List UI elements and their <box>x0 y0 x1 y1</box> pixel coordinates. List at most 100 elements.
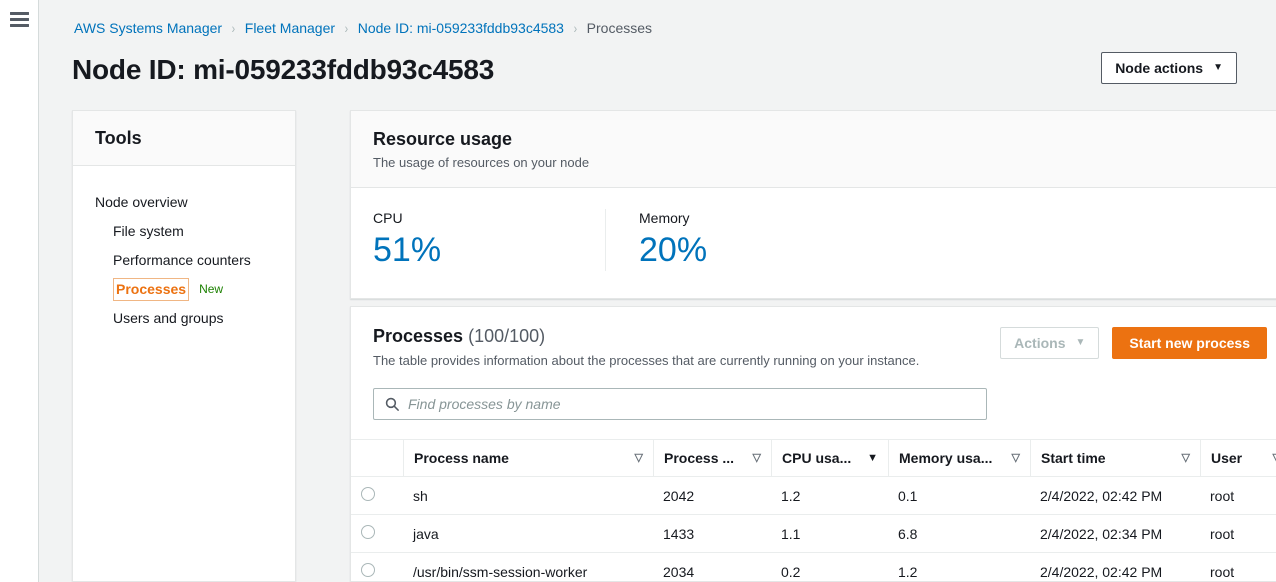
processes-toolbar: Actions ▼ Start new process <box>1000 327 1267 359</box>
tools-panel: Tools Node overview File system Performa… <box>72 110 296 582</box>
processes-table-body: sh 2042 1.2 0.1 2/4/2022, 02:42 PM root … <box>351 477 1276 582</box>
column-label: CPU usa... <box>782 450 851 466</box>
cell-process-name: java <box>403 515 653 553</box>
processes-heading-block: Processes (100/100) The table provides i… <box>373 325 919 370</box>
cell-memory-usage: 1.2 <box>888 553 1030 582</box>
cell-user: root <box>1200 477 1276 515</box>
breadcrumb-separator-icon: › <box>574 19 578 37</box>
sidebar-item-file-system[interactable]: File system <box>73 217 295 246</box>
search-input[interactable] <box>408 396 975 412</box>
breadcrumb: AWS Systems Manager › Fleet Manager › No… <box>74 19 652 37</box>
row-radio-button[interactable] <box>361 487 375 501</box>
sidebar-item-label: Processes <box>113 278 189 301</box>
sidebar-item-processes[interactable]: Processes New <box>73 275 295 304</box>
column-header-user[interactable]: User ▽ <box>1200 440 1276 477</box>
search-box[interactable] <box>373 388 987 420</box>
cell-memory-usage: 6.8 <box>888 515 1030 553</box>
column-label: User <box>1211 450 1242 466</box>
breadcrumb-item-fleet-manager[interactable]: Fleet Manager <box>245 19 335 37</box>
row-radio-button[interactable] <box>361 525 375 539</box>
processes-count: (100/100) <box>468 326 545 346</box>
processes-subtitle: The table provides information about the… <box>373 352 919 370</box>
chevron-down-icon: ▼ <box>1075 338 1085 348</box>
node-actions-button[interactable]: Node actions ▼ <box>1101 52 1237 84</box>
cell-process-id: 2042 <box>653 477 771 515</box>
cell-process-name: /usr/bin/ssm-session-worker <box>403 553 653 582</box>
table-header-row: Process name ▽ Process ... ▽ <box>351 440 1276 477</box>
cell-memory-usage: 0.1 <box>888 477 1030 515</box>
column-header-process-name[interactable]: Process name ▽ <box>403 440 653 477</box>
cell-cpu-usage: 0.2 <box>771 553 888 582</box>
sidebar-item-performance-counters[interactable]: Performance counters <box>73 246 295 275</box>
cell-user: root <box>1200 553 1276 582</box>
cell-process-name: sh <box>403 477 653 515</box>
breadcrumb-item-aws-systems-manager[interactable]: AWS Systems Manager <box>74 19 222 37</box>
metric-cpu-label: CPU <box>373 209 605 227</box>
actions-button[interactable]: Actions ▼ <box>1000 327 1099 359</box>
breadcrumb-item-node-id[interactable]: Node ID: mi-059233fddb93c4583 <box>358 19 564 37</box>
fleet-manager-page: AWS Systems Manager › Fleet Manager › No… <box>0 0 1276 582</box>
sidebar-item-node-overview[interactable]: Node overview <box>73 188 295 217</box>
resource-usage-title: Resource usage <box>373 128 1267 150</box>
processes-card: Processes (100/100) The table provides i… <box>350 306 1276 582</box>
cell-process-id: 2034 <box>653 553 771 582</box>
sort-icon[interactable]: ▽ <box>1012 453 1020 464</box>
metric-memory: Memory 20% <box>605 209 837 271</box>
metric-cpu-value: 51% <box>373 229 605 271</box>
sort-icon[interactable]: ▽ <box>1273 453 1276 464</box>
column-label: Process ... <box>664 450 734 466</box>
start-new-process-label: Start new process <box>1129 335 1250 351</box>
cell-start-time: 2/4/2022, 02:34 PM <box>1030 515 1200 553</box>
processes-title-text: Processes <box>373 326 463 346</box>
column-label: Process name <box>414 450 509 466</box>
new-badge: New <box>199 275 223 304</box>
metric-cpu: CPU 51% <box>373 209 605 271</box>
cell-process-id: 1433 <box>653 515 771 553</box>
resource-usage-subtitle: The usage of resources on your node <box>373 154 1267 172</box>
content-area: AWS Systems Manager › Fleet Manager › No… <box>39 0 1276 582</box>
hamburger-icon[interactable] <box>10 12 29 27</box>
sort-icon[interactable]: ▽ <box>753 453 761 464</box>
metric-memory-value: 20% <box>639 229 837 271</box>
processes-table: Process name ▽ Process ... ▽ <box>351 439 1276 582</box>
table-row[interactable]: /usr/bin/ssm-session-worker 2034 0.2 1.2… <box>351 553 1276 582</box>
cell-user: root <box>1200 515 1276 553</box>
sidebar-item-label: Node overview <box>95 194 188 210</box>
sidebar-item-label: Users and groups <box>113 310 224 326</box>
column-header-process-id[interactable]: Process ... ▽ <box>653 440 771 477</box>
processes-title: Processes (100/100) <box>373 325 919 348</box>
processes-table-head: Process name ▽ Process ... ▽ <box>351 440 1276 477</box>
cell-cpu-usage: 1.2 <box>771 477 888 515</box>
cell-start-time: 2/4/2022, 02:42 PM <box>1030 477 1200 515</box>
processes-header: Processes (100/100) The table provides i… <box>351 307 1276 370</box>
metric-memory-label: Memory <box>639 209 837 227</box>
cell-cpu-usage: 1.1 <box>771 515 888 553</box>
resource-usage-metrics: CPU 51% Memory 20% <box>351 188 1276 298</box>
row-select-cell <box>351 477 403 515</box>
sidebar-item-label: File system <box>113 223 184 239</box>
sort-icon[interactable]: ▽ <box>1182 453 1190 464</box>
row-radio-button[interactable] <box>361 563 375 577</box>
sidebar-item-label: Performance counters <box>113 252 251 268</box>
breadcrumb-item-processes: Processes <box>587 19 652 37</box>
column-label: Memory usa... <box>899 450 992 466</box>
tools-list: Node overview File system Performance co… <box>73 166 295 333</box>
table-row[interactable]: java 1433 1.1 6.8 2/4/2022, 02:34 PM roo… <box>351 515 1276 553</box>
column-header-start-time[interactable]: Start time ▽ <box>1030 440 1200 477</box>
search-icon <box>385 397 399 411</box>
sort-desc-icon[interactable]: ▼ <box>867 453 878 464</box>
breadcrumb-separator-icon: › <box>232 19 236 37</box>
sidebar-item-users-and-groups[interactable]: Users and groups <box>73 304 295 333</box>
breadcrumb-separator-icon: › <box>345 19 349 37</box>
table-row[interactable]: sh 2042 1.2 0.1 2/4/2022, 02:42 PM root <box>351 477 1276 515</box>
node-actions-label: Node actions <box>1115 60 1203 76</box>
column-header-memory-usage[interactable]: Memory usa... ▽ <box>888 440 1030 477</box>
column-header-select <box>351 440 403 477</box>
chevron-down-icon: ▼ <box>1213 63 1223 73</box>
start-new-process-button[interactable]: Start new process <box>1112 327 1267 359</box>
tools-panel-title: Tools <box>73 111 295 166</box>
page-title: Node ID: mi-059233fddb93c4583 <box>72 52 494 88</box>
column-header-cpu-usage[interactable]: CPU usa... ▼ <box>771 440 888 477</box>
resource-usage-header: Resource usage The usage of resources on… <box>351 111 1276 188</box>
sort-icon[interactable]: ▽ <box>635 453 643 464</box>
